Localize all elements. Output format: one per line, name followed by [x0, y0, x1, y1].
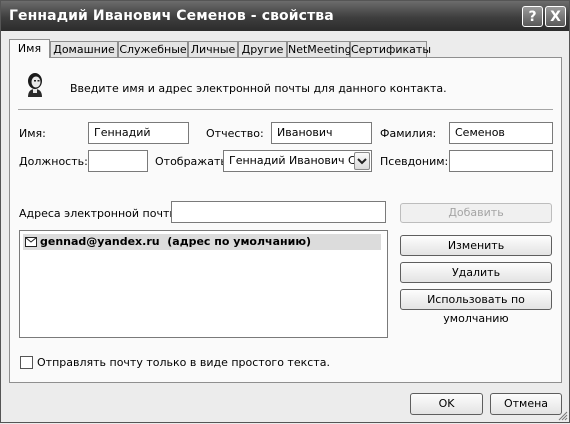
- last-name-field[interactable]: Семенов: [449, 122, 553, 144]
- tab-netmeeting[interactable]: NetMeeting: [287, 41, 352, 57]
- help-button[interactable]: ?: [522, 6, 543, 27]
- window-title: Геннадий Иванович Семенов - свойства: [9, 8, 334, 24]
- cancel-button[interactable]: Отмена: [490, 393, 562, 415]
- email-list[interactable]: gennad@yandex.ru (адрес по умолчанию): [19, 230, 388, 338]
- close-button[interactable]: X: [545, 6, 566, 27]
- tab-business[interactable]: Служебные: [118, 41, 188, 57]
- tab-other[interactable]: Другие: [238, 41, 287, 57]
- tab-home[interactable]: Домашние: [50, 41, 118, 57]
- email-label: Адреса электронной почты:: [19, 207, 182, 220]
- set-default-email-button[interactable]: Использовать по умолчанию: [400, 289, 552, 325]
- list-item[interactable]: gennad@yandex.ru (адрес по умолчанию): [23, 234, 381, 250]
- first-name-field[interactable]: Геннадий: [88, 122, 189, 144]
- first-name-label: Имя:: [19, 127, 46, 140]
- position-field[interactable]: [88, 150, 148, 172]
- middle-name-field[interactable]: Иванович: [271, 122, 372, 144]
- add-email-button[interactable]: Добавить: [400, 203, 552, 223]
- resize-grip-icon[interactable]: [557, 410, 568, 421]
- title-bar[interactable]: Геннадий Иванович Семенов - свойства ? X: [1, 1, 569, 31]
- display-label: Отображать:: [155, 155, 231, 168]
- properties-dialog: Геннадий Иванович Семенов - свойства ? X…: [0, 0, 570, 423]
- ok-button[interactable]: OK: [410, 393, 483, 415]
- header-divider: [18, 109, 553, 110]
- header-instructions: Введите имя и адрес электронной почты дл…: [70, 82, 447, 95]
- email-default-note: (адрес по умолчанию): [167, 235, 312, 248]
- contact-person-icon: [24, 72, 46, 98]
- plain-text-checkbox[interactable]: [20, 356, 33, 369]
- plain-text-label[interactable]: Отправлять почту только в виде простого …: [37, 356, 330, 369]
- middle-name-label: Отчество:: [206, 127, 264, 140]
- nickname-field[interactable]: [449, 150, 553, 172]
- email-input[interactable]: [171, 201, 386, 223]
- edit-email-button[interactable]: Изменить: [400, 235, 552, 256]
- email-address: gennad@yandex.ru: [40, 235, 160, 248]
- position-label: Должность:: [19, 155, 88, 168]
- nickname-label: Псевдоним:: [380, 155, 449, 168]
- last-name-label: Фамилия:: [380, 127, 437, 140]
- envelope-icon: [25, 237, 37, 247]
- delete-email-button[interactable]: Удалить: [400, 262, 552, 283]
- tab-panel-name: Введите имя и адрес электронной почты дл…: [9, 57, 562, 383]
- tab-personal[interactable]: Личные: [188, 41, 238, 57]
- tab-name[interactable]: Имя: [9, 39, 50, 58]
- display-select[interactable]: Геннадий Иванович Семенов: [223, 150, 372, 172]
- display-select-value: Геннадий Иванович Семенов: [229, 154, 371, 167]
- chevron-down-icon[interactable]: [354, 152, 370, 170]
- tab-certificates[interactable]: Сертификаты: [350, 41, 431, 57]
